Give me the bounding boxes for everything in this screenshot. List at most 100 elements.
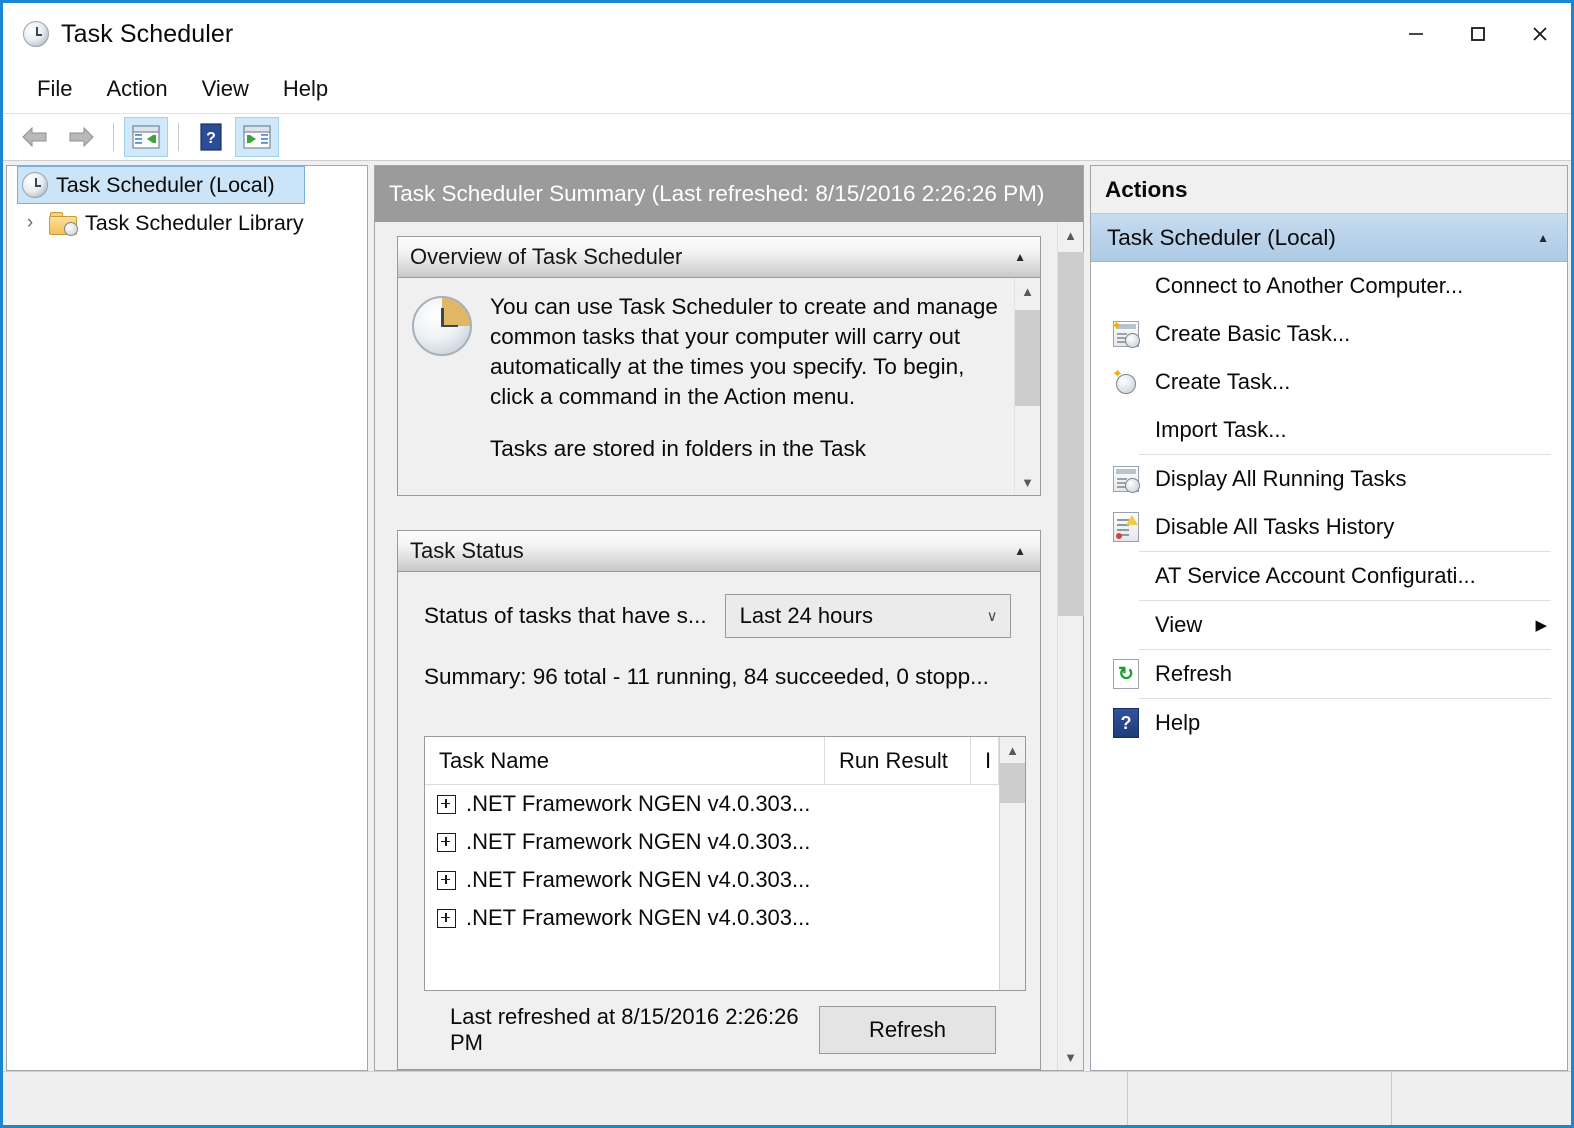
scroll-up-icon[interactable]: ▲ — [1000, 737, 1026, 763]
table-row[interactable]: .NET Framework NGEN v4.0.303... — [425, 861, 999, 899]
action-create-task[interactable]: ✦ Create Task... — [1091, 358, 1567, 406]
actions-pane: Actions Task Scheduler (Local) ▲ Connect… — [1090, 165, 1568, 1071]
column-header-task-name[interactable]: Task Name — [425, 737, 825, 784]
collapse-triangle-icon[interactable]: ▲ — [1014, 250, 1026, 264]
task-status-filter-label: Status of tasks that have s... — [424, 603, 707, 628]
toolbar: ? — [3, 113, 1571, 161]
menu-item-help[interactable]: Help — [269, 72, 342, 106]
overview-scroll-thumb[interactable] — [1014, 310, 1040, 406]
tree-item-task-scheduler-library[interactable]: › Task Scheduler Library — [7, 204, 367, 242]
action-label: View — [1155, 612, 1203, 637]
disable-tasks-history-icon — [1111, 512, 1141, 542]
column-header-extra[interactable]: I — [971, 737, 999, 784]
overview-scroll-track[interactable] — [1014, 304, 1040, 469]
task-scheduler-window: Task Scheduler File Action View Help ? T… — [0, 0, 1574, 1128]
action-import-task[interactable]: Import Task... — [1091, 406, 1567, 454]
expand-icon[interactable] — [437, 794, 456, 814]
scroll-down-icon[interactable]: ▼ — [1058, 1044, 1084, 1070]
toolbar-separator-1 — [113, 123, 114, 151]
action-view[interactable]: View ▶ — [1091, 601, 1567, 649]
overview-group-body: You can use Task Scheduler to create and… — [397, 278, 1041, 496]
action-refresh[interactable]: ↻ Refresh — [1091, 650, 1567, 698]
scroll-up-icon[interactable]: ▲ — [1015, 278, 1041, 304]
svg-text:?: ? — [206, 130, 216, 147]
scroll-down-icon[interactable]: ▼ — [1015, 469, 1041, 495]
help-icon: ? — [1111, 708, 1141, 738]
action-display-all-running-tasks[interactable]: Display All Running Tasks — [1091, 455, 1567, 503]
expand-icon[interactable] — [437, 870, 456, 890]
back-arrow-icon[interactable] — [13, 117, 57, 157]
tree-item-label: Task Scheduler (Local) — [56, 172, 275, 197]
task-table-header-row: Task Name Run Result I — [425, 737, 999, 785]
time-range-dropdown[interactable]: Last 24 hours ∨ — [724, 594, 1011, 638]
table-row[interactable]: .NET Framework NGEN v4.0.303... — [425, 899, 999, 937]
tree-item-task-scheduler-local[interactable]: Task Scheduler (Local) — [17, 166, 305, 204]
create-basic-task-icon: ✦ — [1111, 319, 1141, 349]
status-bar-cell-2 — [1391, 1072, 1571, 1125]
action-disable-all-tasks-history[interactable]: Disable All Tasks History — [1091, 503, 1567, 551]
task-name-cell: .NET Framework NGEN v4.0.303... — [466, 867, 811, 892]
forward-arrow-icon[interactable] — [59, 117, 103, 157]
menu-item-file[interactable]: File — [23, 72, 86, 106]
no-icon — [1111, 271, 1141, 301]
scroll-up-icon[interactable]: ▲ — [1058, 222, 1084, 248]
action-label: Disable All Tasks History — [1155, 514, 1395, 539]
summary-scroll-area: Overview of Task Scheduler ▲ You can use… — [375, 222, 1084, 1070]
table-row[interactable]: .NET Framework NGEN v4.0.303... — [425, 785, 999, 823]
chevron-right-icon[interactable]: › — [19, 212, 41, 234]
task-table-scrollbar[interactable]: ▲ — [999, 737, 1025, 990]
action-connect-to-another-computer[interactable]: Connect to Another Computer... — [1091, 262, 1567, 310]
overview-text: You can use Task Scheduler to create and… — [490, 292, 1014, 495]
action-create-basic-task[interactable]: ✦ Create Basic Task... — [1091, 310, 1567, 358]
no-icon — [1111, 561, 1141, 591]
action-label: Refresh — [1155, 661, 1233, 686]
expand-icon[interactable] — [437, 832, 456, 852]
clock-icon — [412, 296, 472, 356]
action-label: Create Basic Task... — [1155, 321, 1351, 346]
collapse-triangle-icon[interactable]: ▲ — [1537, 231, 1549, 245]
overview-group-header[interactable]: Overview of Task Scheduler ▲ — [397, 236, 1041, 278]
help-icon[interactable]: ? — [189, 117, 233, 157]
show-hide-console-tree-icon[interactable] — [124, 117, 168, 157]
expand-icon[interactable] — [437, 908, 456, 928]
status-bar-cell-1 — [1127, 1072, 1391, 1125]
clock-icon — [23, 21, 49, 47]
no-icon — [1111, 610, 1141, 640]
task-name-cell: .NET Framework NGEN v4.0.303... — [466, 791, 811, 816]
action-at-service-account-configuration[interactable]: AT Service Account Configurati... — [1091, 552, 1567, 600]
status-bar-message — [3, 1072, 1127, 1125]
summary-pane-scrollbar[interactable]: ▲ ▼ — [1057, 222, 1084, 1070]
table-row[interactable]: .NET Framework NGEN v4.0.303... — [425, 823, 999, 861]
actions-group-header[interactable]: Task Scheduler (Local) ▲ — [1091, 214, 1567, 262]
menu-item-action[interactable]: Action — [92, 72, 181, 106]
maximize-button[interactable] — [1447, 3, 1509, 65]
minimize-button[interactable] — [1385, 3, 1447, 65]
task-table-scroll-track[interactable] — [999, 763, 1025, 990]
task-status-summary: Summary: 96 total - 11 running, 84 succe… — [424, 664, 989, 689]
actions-pane-title: Actions — [1091, 166, 1567, 214]
menu-item-view[interactable]: View — [188, 72, 263, 106]
task-status-table: Task Name Run Result I .NET Framework NG… — [424, 736, 1026, 991]
column-header-run-result[interactable]: Run Result — [825, 737, 971, 784]
overview-scrollbar[interactable]: ▲ ▼ — [1014, 278, 1040, 495]
tree-item-label: Task Scheduler Library — [85, 210, 304, 235]
task-table-scroll-thumb[interactable] — [999, 763, 1025, 803]
task-status-group-header[interactable]: Task Status ▲ — [397, 530, 1041, 572]
close-button[interactable] — [1509, 3, 1571, 65]
summary-pane: Task Scheduler Summary (Last refreshed: … — [374, 165, 1084, 1071]
chevron-down-icon[interactable]: ∨ — [987, 607, 998, 625]
task-status-group-title: Task Status — [410, 538, 524, 563]
action-label: AT Service Account Configurati... — [1155, 563, 1476, 588]
action-help[interactable]: ? Help — [1091, 699, 1567, 747]
show-hide-action-pane-icon[interactable] — [235, 117, 279, 157]
collapse-triangle-icon[interactable]: ▲ — [1014, 544, 1026, 558]
toolbar-separator-2 — [178, 123, 179, 151]
task-status-filter-row: Status of tasks that have s... Last 24 h… — [424, 594, 1026, 638]
task-status-group-body: Status of tasks that have s... Last 24 h… — [397, 572, 1041, 1070]
action-label: Connect to Another Computer... — [1155, 273, 1464, 298]
summary-scroll-thumb[interactable] — [1057, 252, 1084, 616]
clock-icon — [22, 172, 48, 198]
refresh-button[interactable]: Refresh — [818, 1006, 996, 1054]
summary-scroll-track[interactable] — [1057, 248, 1084, 1044]
submenu-arrow-icon[interactable]: ▶ — [1535, 616, 1567, 634]
